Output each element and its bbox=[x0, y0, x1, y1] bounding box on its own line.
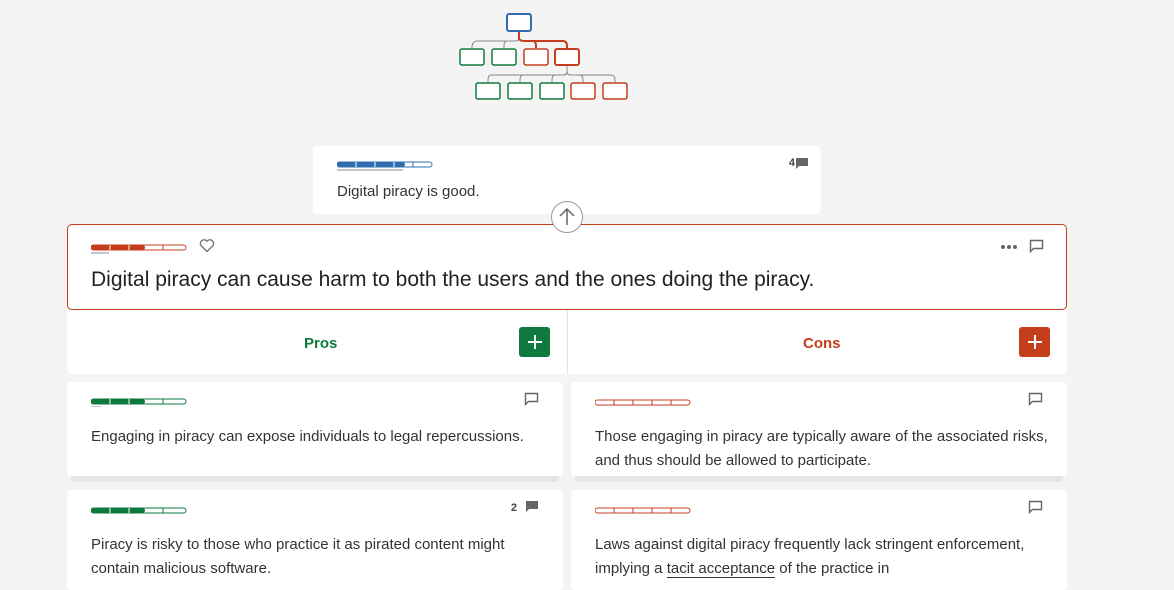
term-link[interactable]: tacit acceptance bbox=[666, 560, 776, 578]
go-to-parent-button[interactable] bbox=[551, 201, 583, 233]
comment-filled-icon[interactable] bbox=[525, 500, 539, 518]
impact-bar bbox=[595, 507, 691, 514]
more-icon[interactable] bbox=[1000, 238, 1018, 256]
pros-cons-header: Pros Cons bbox=[67, 310, 1067, 374]
parent-claim-text: Digital piracy is good. bbox=[337, 183, 480, 200]
focused-claim-card[interactable]: Digital piracy can cause harm to both th… bbox=[67, 224, 1067, 310]
con-claim-card[interactable]: Laws against digital piracy frequently l… bbox=[571, 490, 1067, 590]
con-claim-card[interactable]: Those engaging in piracy are typically a… bbox=[571, 382, 1067, 476]
column-divider bbox=[567, 310, 568, 374]
pro-claim-text: Engaging in piracy can expose individual… bbox=[91, 428, 524, 445]
comment-icon[interactable] bbox=[524, 392, 539, 411]
con-claim-text: Those engaging in piracy are typically a… bbox=[595, 428, 1048, 469]
add-pro-button[interactable] bbox=[519, 327, 550, 357]
pro-claim-card[interactable]: Engaging in piracy can expose individual… bbox=[67, 382, 563, 476]
comment-icon[interactable] bbox=[1028, 392, 1043, 411]
impact-bar bbox=[91, 244, 187, 254]
plus-icon bbox=[527, 335, 542, 349]
focused-claim-text: Digital piracy can cause harm to both th… bbox=[91, 268, 815, 291]
impact-bar bbox=[91, 398, 187, 407]
comment-filled-icon[interactable] bbox=[795, 157, 809, 175]
impact-bar bbox=[91, 507, 187, 514]
comment-count: 2 bbox=[510, 502, 517, 514]
card-stack-edge bbox=[575, 476, 1063, 482]
comment-icon[interactable] bbox=[1028, 500, 1043, 519]
con-claim-text-after: of the practice in bbox=[775, 560, 890, 577]
argument-tree-minimap[interactable] bbox=[455, 10, 645, 106]
pros-label: Pros bbox=[304, 335, 338, 352]
impact-bar bbox=[595, 399, 691, 406]
pro-claim-text: Piracy is risky to those who practice it… bbox=[91, 536, 505, 577]
add-con-button[interactable] bbox=[1019, 327, 1050, 357]
card-stack-edge bbox=[71, 476, 559, 482]
plus-icon bbox=[1027, 335, 1042, 349]
comment-icon[interactable] bbox=[1029, 239, 1044, 258]
arrow-up-icon bbox=[559, 207, 575, 225]
con-claim-text: Laws against digital piracy frequently l… bbox=[595, 533, 1055, 581]
impact-bar bbox=[337, 161, 433, 171]
heart-icon[interactable] bbox=[199, 238, 215, 258]
pro-claim-card[interactable]: 2 Piracy is risky to those who practice … bbox=[67, 490, 563, 590]
cons-label: Cons bbox=[803, 335, 841, 352]
